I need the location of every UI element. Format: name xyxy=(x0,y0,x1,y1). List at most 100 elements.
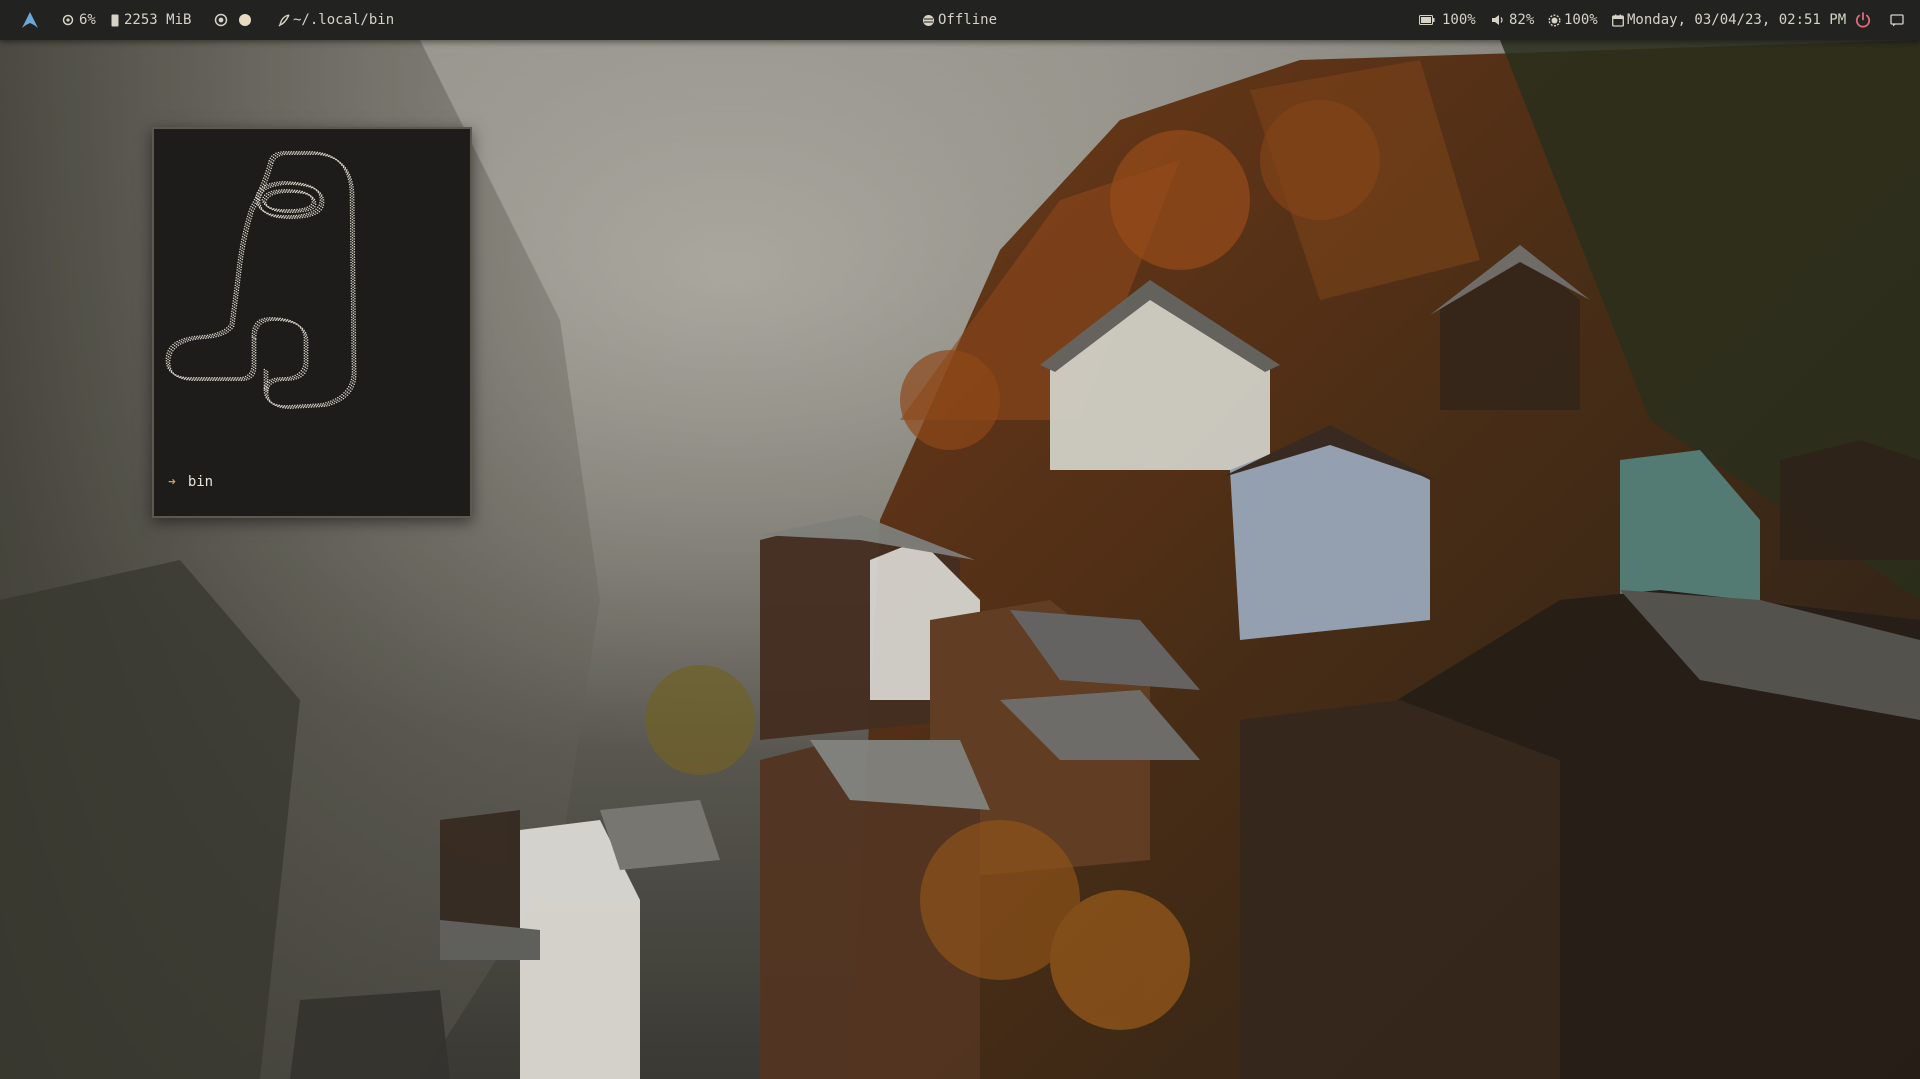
art-dot xyxy=(194,338,197,341)
network-module[interactable]: Offline xyxy=(922,0,997,40)
art-dot xyxy=(352,188,355,191)
art-dot xyxy=(241,238,243,240)
art-dot xyxy=(235,293,237,296)
art-dot xyxy=(290,214,293,217)
art-dot xyxy=(237,377,239,379)
art-dot xyxy=(350,187,353,190)
workspace-1[interactable] xyxy=(214,0,228,40)
art-dot xyxy=(353,248,356,251)
art-dot xyxy=(291,211,294,213)
art-dot xyxy=(291,217,293,219)
terminal-window[interactable]: ➜ bin xyxy=(152,127,472,518)
art-dot xyxy=(240,240,243,243)
art-dot xyxy=(302,215,305,217)
art-dot xyxy=(174,342,176,344)
art-dot xyxy=(336,399,339,401)
top-status-bar: 6% 2253 MiB ~/.local/bin Offline 100% 82… xyxy=(0,0,1920,40)
art-dot xyxy=(305,370,307,372)
art-dot xyxy=(236,269,238,271)
art-dot xyxy=(263,185,266,187)
art-dot xyxy=(254,349,257,351)
art-dot xyxy=(276,192,279,195)
power-button[interactable] xyxy=(1854,0,1872,40)
art-dot xyxy=(278,216,280,219)
art-dot xyxy=(351,373,354,376)
art-dot xyxy=(271,155,273,158)
art-dot xyxy=(289,152,292,154)
art-dot xyxy=(351,252,354,255)
art-dot xyxy=(296,373,299,376)
art-dot xyxy=(206,334,209,336)
art-dot xyxy=(254,367,257,370)
brightness-module[interactable]: 100% xyxy=(1548,0,1598,40)
art-dot xyxy=(233,309,235,311)
art-dot xyxy=(282,190,285,192)
art-dot xyxy=(253,340,255,342)
art-dot xyxy=(350,279,353,282)
art-dot xyxy=(267,165,269,167)
art-dot xyxy=(288,217,291,219)
art-dot xyxy=(303,349,306,352)
art-dot xyxy=(284,181,286,183)
art-dot xyxy=(347,385,350,388)
art-dot xyxy=(254,365,257,367)
art-dot xyxy=(249,220,252,223)
art-dot xyxy=(297,407,300,409)
art-dot xyxy=(353,222,355,225)
art-dot xyxy=(354,321,356,323)
art-dot xyxy=(352,262,354,265)
art-dot xyxy=(300,375,302,378)
art-dot xyxy=(166,365,168,367)
art-dot xyxy=(321,200,323,203)
art-dot xyxy=(275,152,277,155)
art-dot xyxy=(290,379,292,381)
art-dot xyxy=(172,373,175,375)
art-dot xyxy=(239,262,241,265)
art-dot xyxy=(269,379,271,381)
art-dot xyxy=(226,377,229,379)
art-dot xyxy=(342,166,345,169)
cpu-module[interactable]: 6% xyxy=(62,0,96,40)
art-dot xyxy=(339,162,342,165)
art-dot xyxy=(351,382,354,384)
art-dot xyxy=(285,209,288,211)
memory-module[interactable]: 2253 MiB xyxy=(111,0,191,40)
art-dot xyxy=(325,402,327,404)
terminal-prompt[interactable]: ➜ bin xyxy=(168,474,213,490)
art-dot xyxy=(253,356,255,358)
art-dot xyxy=(307,184,309,186)
art-dot xyxy=(330,400,332,402)
art-dot xyxy=(250,211,252,214)
art-dot xyxy=(170,371,173,374)
art-dot xyxy=(266,395,268,398)
art-dot xyxy=(348,392,350,395)
art-dot xyxy=(199,335,201,337)
art-dot xyxy=(192,378,194,380)
art-dot xyxy=(289,216,292,218)
launcher-button[interactable] xyxy=(20,0,40,40)
workspace-2[interactable] xyxy=(238,0,252,40)
notification-button[interactable] xyxy=(1890,0,1904,40)
art-dot xyxy=(248,372,251,375)
volume-module[interactable]: 82% xyxy=(1491,0,1534,40)
art-dot xyxy=(270,184,273,186)
art-dot xyxy=(308,205,311,207)
art-dot xyxy=(208,377,211,379)
art-dot xyxy=(312,153,314,155)
art-dot xyxy=(209,379,211,381)
battery-module[interactable]: 100% xyxy=(1419,0,1476,40)
art-dot xyxy=(300,373,302,375)
art-dot xyxy=(252,374,254,377)
art-dot xyxy=(227,325,230,327)
art-dot xyxy=(275,216,278,218)
art-dot xyxy=(286,217,288,219)
art-dot xyxy=(349,176,352,178)
clock-module[interactable]: Monday, 03/04/23, 02:51 PM xyxy=(1612,0,1846,40)
art-dot xyxy=(271,164,273,167)
art-dot xyxy=(240,252,243,254)
art-dot xyxy=(246,218,248,220)
art-dot xyxy=(303,339,306,341)
brightness-icon xyxy=(1548,13,1561,27)
art-dot xyxy=(241,244,244,247)
art-dot xyxy=(350,259,352,261)
